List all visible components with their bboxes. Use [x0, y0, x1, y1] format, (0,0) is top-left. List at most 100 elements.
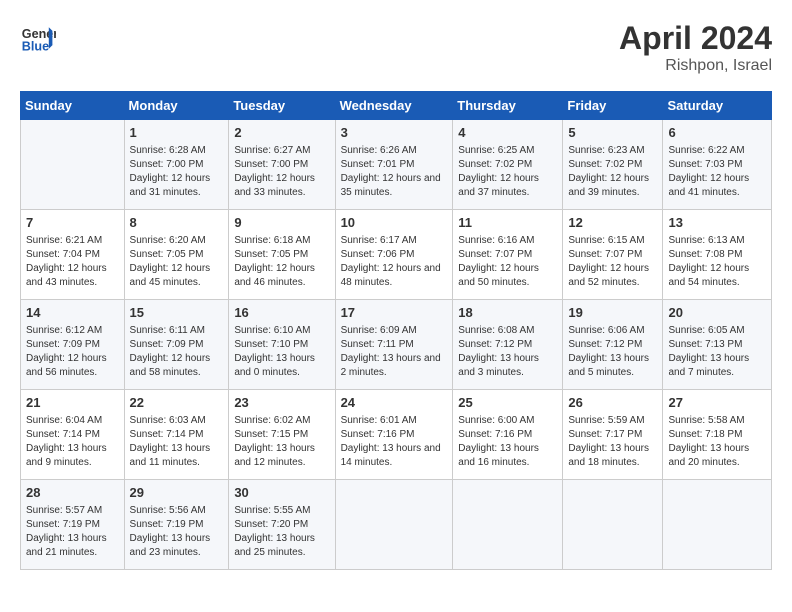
- calendar-cell: 10 Sunrise: 6:17 AMSunset: 7:06 PMDayligh…: [335, 210, 453, 300]
- calendar-cell: 19 Sunrise: 6:06 AMSunset: 7:12 PMDayligh…: [563, 300, 663, 390]
- day-number: 17: [341, 304, 448, 322]
- day-number: 1: [130, 124, 224, 142]
- calendar-cell: 17 Sunrise: 6:09 AMSunset: 7:11 PMDayligh…: [335, 300, 453, 390]
- calendar-cell: 14Sunrise: 6:12 AMSunset: 7:09 PMDayligh…: [21, 300, 125, 390]
- day-number: 24: [341, 394, 448, 412]
- calendar-week-1: 1 Sunrise: 6:28 AMSunset: 7:00 PMDaylight…: [21, 120, 772, 210]
- day-number: 4: [458, 124, 557, 142]
- calendar-cell: 4 Sunrise: 6:25 AMSunset: 7:02 PMDaylight…: [453, 120, 563, 210]
- day-number: 18: [458, 304, 557, 322]
- logo: General Blue: [20, 20, 60, 56]
- page-header: General Blue April 2024 Rishpon, Israel: [20, 20, 772, 75]
- calendar-cell: 16 Sunrise: 6:10 AMSunset: 7:10 PMDayligh…: [229, 300, 335, 390]
- calendar-cell: [21, 120, 125, 210]
- cell-content: Sunrise: 6:18 AMSunset: 7:05 PMDaylight:…: [234, 234, 329, 290]
- calendar-cell: 24 Sunrise: 6:01 AMSunset: 7:16 PMDayligh…: [335, 390, 453, 480]
- day-number: 29: [130, 484, 224, 502]
- svg-text:Blue: Blue: [22, 40, 49, 54]
- day-number: 22: [130, 394, 224, 412]
- calendar-cell: 9 Sunrise: 6:18 AMSunset: 7:05 PMDaylight…: [229, 210, 335, 300]
- cell-content: Sunrise: 6:02 AMSunset: 7:15 PMDaylight:…: [234, 414, 329, 470]
- calendar-cell: 11 Sunrise: 6:16 AMSunset: 7:07 PMDayligh…: [453, 210, 563, 300]
- calendar-cell: 1 Sunrise: 6:28 AMSunset: 7:00 PMDaylight…: [124, 120, 229, 210]
- calendar-cell: 21 Sunrise: 6:04 AMSunset: 7:14 PMDayligh…: [21, 390, 125, 480]
- cell-content: Sunrise: 6:22 AMSunset: 7:03 PMDaylight:…: [668, 144, 766, 200]
- day-number: 9: [234, 214, 329, 232]
- cell-content: Sunrise: 6:27 AMSunset: 7:00 PMDaylight:…: [234, 144, 329, 200]
- cell-content: Sunrise: 6:03 AMSunset: 7:14 PMDaylight:…: [130, 414, 224, 470]
- calendar-cell: 12 Sunrise: 6:15 AMSunset: 7:07 PMDayligh…: [563, 210, 663, 300]
- day-number: 11: [458, 214, 557, 232]
- cell-content: Sunrise: 5:58 AMSunset: 7:18 PMDaylight:…: [668, 414, 766, 470]
- day-number: 19: [568, 304, 657, 322]
- calendar-week-4: 21 Sunrise: 6:04 AMSunset: 7:14 PMDayligh…: [21, 390, 772, 480]
- calendar-cell: 23Sunrise: 6:02 AMSunset: 7:15 PMDayligh…: [229, 390, 335, 480]
- weekday-header-thursday: Thursday: [453, 92, 563, 120]
- day-number: 8: [130, 214, 224, 232]
- calendar-cell: 2 Sunrise: 6:27 AMSunset: 7:00 PMDaylight…: [229, 120, 335, 210]
- cell-content: Sunrise: 6:21 AMSunset: 7:04 PMDaylight:…: [26, 234, 119, 290]
- day-number: 5: [568, 124, 657, 142]
- weekday-header-wednesday: Wednesday: [335, 92, 453, 120]
- calendar-cell: 15Sunrise: 6:11 AMSunset: 7:09 PMDayligh…: [124, 300, 229, 390]
- calendar-cell: 8Sunrise: 6:20 AMSunset: 7:05 PMDaylight…: [124, 210, 229, 300]
- cell-content: Sunrise: 6:25 AMSunset: 7:02 PMDaylight:…: [458, 144, 557, 200]
- cell-content: Sunrise: 6:10 AMSunset: 7:10 PMDaylight:…: [234, 324, 329, 380]
- day-number: 28: [26, 484, 119, 502]
- day-number: 16: [234, 304, 329, 322]
- cell-content: Sunrise: 6:28 AMSunset: 7:00 PMDaylight:…: [130, 144, 224, 200]
- cell-content: Sunrise: 6:15 AMSunset: 7:07 PMDaylight:…: [568, 234, 657, 290]
- cell-content: Sunrise: 6:13 AMSunset: 7:08 PMDaylight:…: [668, 234, 766, 290]
- day-number: 25: [458, 394, 557, 412]
- calendar-cell: [563, 480, 663, 570]
- cell-content: Sunrise: 5:57 AMSunset: 7:19 PMDaylight:…: [26, 504, 119, 560]
- day-number: 13: [668, 214, 766, 232]
- cell-content: Sunrise: 6:26 AMSunset: 7:01 PMDaylight:…: [341, 144, 448, 200]
- calendar-cell: 20 Sunrise: 6:05 AMSunset: 7:13 PMDayligh…: [663, 300, 772, 390]
- cell-content: Sunrise: 5:55 AMSunset: 7:20 PMDaylight:…: [234, 504, 329, 560]
- day-number: 26: [568, 394, 657, 412]
- day-number: 7: [26, 214, 119, 232]
- day-number: 6: [668, 124, 766, 142]
- calendar-cell: 30Sunrise: 5:55 AMSunset: 7:20 PMDayligh…: [229, 480, 335, 570]
- calendar-week-3: 14Sunrise: 6:12 AMSunset: 7:09 PMDayligh…: [21, 300, 772, 390]
- day-number: 12: [568, 214, 657, 232]
- month-title: April 2024: [619, 20, 772, 57]
- cell-content: Sunrise: 6:17 AMSunset: 7:06 PMDaylight:…: [341, 234, 448, 290]
- cell-content: Sunrise: 6:08 AMSunset: 7:12 PMDaylight:…: [458, 324, 557, 380]
- calendar-cell: 3Sunrise: 6:26 AMSunset: 7:01 PMDaylight…: [335, 120, 453, 210]
- calendar-week-5: 28 Sunrise: 5:57 AMSunset: 7:19 PMDayligh…: [21, 480, 772, 570]
- cell-content: Sunrise: 6:09 AMSunset: 7:11 PMDaylight:…: [341, 324, 448, 380]
- cell-content: Sunrise: 5:56 AMSunset: 7:19 PMDaylight:…: [130, 504, 224, 560]
- calendar-cell: [453, 480, 563, 570]
- logo-icon: General Blue: [20, 20, 56, 56]
- calendar-cell: 7 Sunrise: 6:21 AMSunset: 7:04 PMDaylight…: [21, 210, 125, 300]
- cell-content: Sunrise: 6:05 AMSunset: 7:13 PMDaylight:…: [668, 324, 766, 380]
- calendar-cell: 5 Sunrise: 6:23 AMSunset: 7:02 PMDaylight…: [563, 120, 663, 210]
- calendar-cell: 26Sunrise: 5:59 AMSunset: 7:17 PMDayligh…: [563, 390, 663, 480]
- calendar-cell: 18 Sunrise: 6:08 AMSunset: 7:12 PMDayligh…: [453, 300, 563, 390]
- weekday-header-tuesday: Tuesday: [229, 92, 335, 120]
- calendar-cell: 13 Sunrise: 6:13 AMSunset: 7:08 PMDayligh…: [663, 210, 772, 300]
- day-number: 27: [668, 394, 766, 412]
- calendar-cell: 27 Sunrise: 5:58 AMSunset: 7:18 PMDayligh…: [663, 390, 772, 480]
- title-block: April 2024 Rishpon, Israel: [619, 20, 772, 75]
- cell-content: Sunrise: 6:23 AMSunset: 7:02 PMDaylight:…: [568, 144, 657, 200]
- weekday-header-saturday: Saturday: [663, 92, 772, 120]
- day-number: 14: [26, 304, 119, 322]
- calendar-cell: [663, 480, 772, 570]
- calendar-cell: 28 Sunrise: 5:57 AMSunset: 7:19 PMDayligh…: [21, 480, 125, 570]
- calendar-cell: 22 Sunrise: 6:03 AMSunset: 7:14 PMDayligh…: [124, 390, 229, 480]
- cell-content: Sunrise: 6:01 AMSunset: 7:16 PMDaylight:…: [341, 414, 448, 470]
- cell-content: Sunrise: 6:04 AMSunset: 7:14 PMDaylight:…: [26, 414, 119, 470]
- day-number: 15: [130, 304, 224, 322]
- cell-content: Sunrise: 6:06 AMSunset: 7:12 PMDaylight:…: [568, 324, 657, 380]
- weekday-header-monday: Monday: [124, 92, 229, 120]
- calendar-week-2: 7 Sunrise: 6:21 AMSunset: 7:04 PMDaylight…: [21, 210, 772, 300]
- day-number: 21: [26, 394, 119, 412]
- cell-content: Sunrise: 6:16 AMSunset: 7:07 PMDaylight:…: [458, 234, 557, 290]
- day-number: 10: [341, 214, 448, 232]
- calendar-cell: 6 Sunrise: 6:22 AMSunset: 7:03 PMDaylight…: [663, 120, 772, 210]
- day-number: 20: [668, 304, 766, 322]
- day-number: 2: [234, 124, 329, 142]
